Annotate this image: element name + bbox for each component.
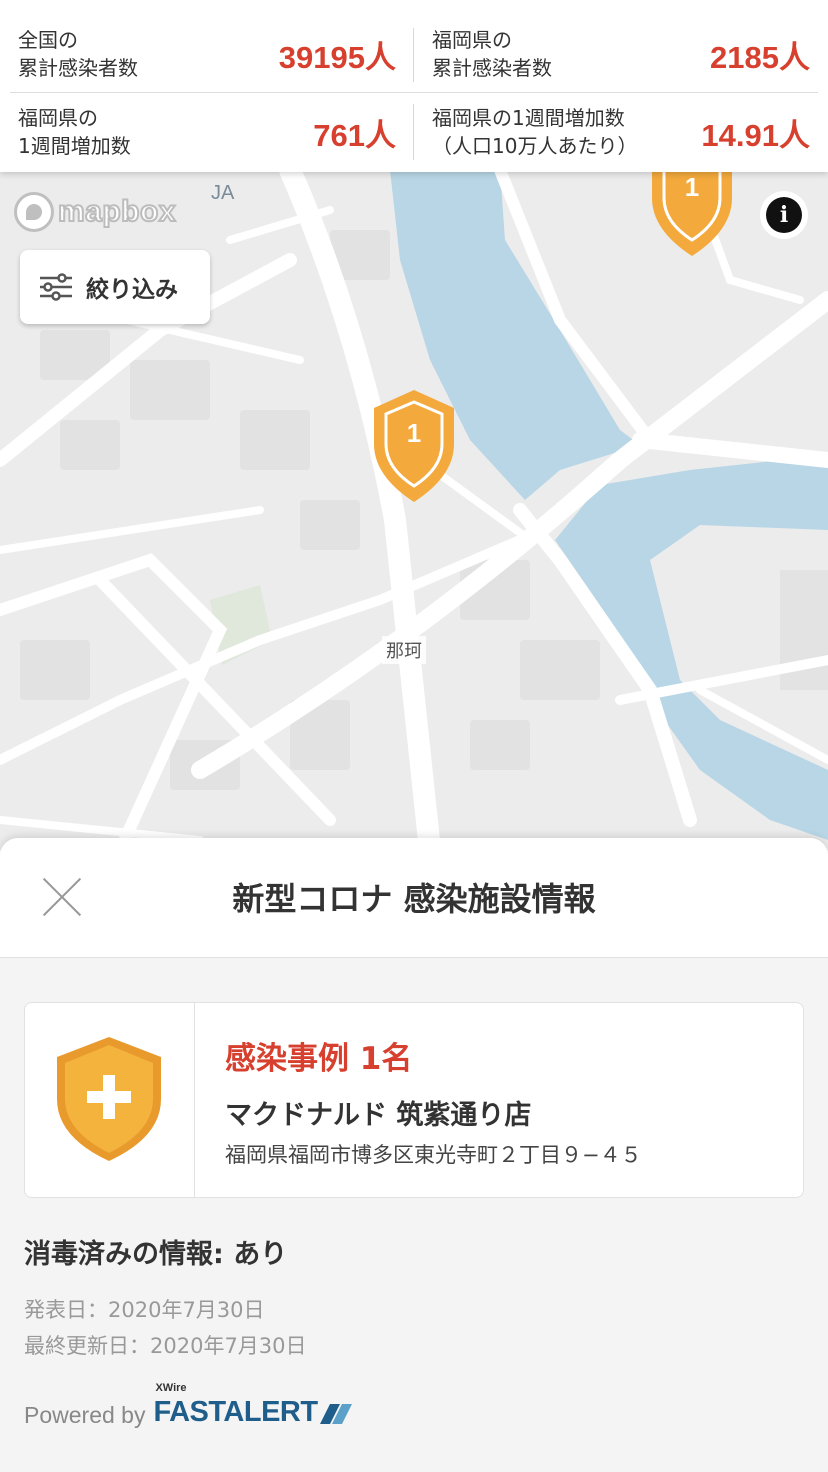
map-label-ja: JA xyxy=(211,182,235,204)
stat-pref-cumulative: 福岡県の 累計感染者数 2185人 xyxy=(432,26,810,82)
facility-info-sheet: 新型コロナ 感染施設情報 感染事例 1名 マクドナルド 筑紫通り店 福岡県福岡市… xyxy=(0,838,828,1472)
facility-card[interactable]: 感染事例 1名 マクドナルド 筑紫通り店 福岡県福岡市博多区東光寺町２丁目９−４… xyxy=(24,1002,804,1198)
brand-name: FASTALERT xyxy=(153,1396,318,1428)
powered-by: Powered by XWire FASTALERT xyxy=(24,1382,354,1429)
divider xyxy=(413,28,414,82)
stat-pref-weekly-per100k: 福岡県の1週間増加数 （人口10万人あたり） 14.91人 xyxy=(432,104,810,160)
mapbox-icon xyxy=(14,192,54,232)
updated-date: 最終更新日：2020年7月30日 xyxy=(24,1334,307,1358)
fastalert-logo[interactable]: XWire FASTALERT xyxy=(153,1382,353,1429)
mapbox-logo[interactable]: mapbox xyxy=(14,192,177,232)
stat-value: 761人 xyxy=(313,117,396,153)
stat-label: 全国の 累計感染者数 xyxy=(18,28,138,80)
case-count: 感染事例 1名 xyxy=(225,1041,413,1077)
filter-button[interactable]: 絞り込み xyxy=(20,250,210,324)
map-label-district: 那珂 xyxy=(382,636,426,664)
stat-value: 14.91人 xyxy=(701,117,810,153)
sheet-title: 新型コロナ 感染施設情報 xyxy=(232,880,596,918)
stat-value: 2185人 xyxy=(710,39,810,75)
stat-label: 福岡県の 1週間増加数 xyxy=(18,106,131,158)
shield-box xyxy=(25,1003,195,1197)
pin-count: 1 xyxy=(684,172,700,202)
stats-header: 全国の 累計感染者数 39195人 福岡県の 累計感染者数 2185人 福岡県の… xyxy=(0,0,828,172)
stat-label: 福岡県の 累計感染者数 xyxy=(432,28,552,80)
stat-pref-weekly: 福岡県の 1週間増加数 761人 xyxy=(18,104,396,160)
stat-national-cumulative: 全国の 累計感染者数 39195人 xyxy=(18,26,396,82)
sheet-header: 新型コロナ 感染施設情報 xyxy=(0,838,828,958)
brand-sub: XWire xyxy=(155,1382,187,1394)
info-button[interactable]: i xyxy=(766,197,802,233)
map-pin[interactable]: 1 xyxy=(368,386,460,506)
filter-label: 絞り込み xyxy=(86,277,178,303)
divider xyxy=(10,92,818,93)
facility-name: マクドナルド 筑紫通り店 xyxy=(225,1100,532,1131)
sliders-icon xyxy=(40,273,72,301)
divider xyxy=(413,104,414,160)
shield-plus-icon xyxy=(57,1037,161,1161)
info-icon: i xyxy=(779,202,789,228)
brand-mark-icon xyxy=(319,1404,352,1424)
published-date: 発表日：2020年7月30日 xyxy=(24,1298,265,1322)
pin-count: 1 xyxy=(406,418,422,448)
disinfection-status: 消毒済みの情報: あり xyxy=(24,1239,288,1270)
stat-label: 福岡県の1週間増加数 （人口10万人あたり） xyxy=(432,106,638,158)
facility-address: 福岡県福岡市博多区東光寺町２丁目９−４５ xyxy=(225,1143,642,1167)
powered-by-label: Powered by xyxy=(24,1402,146,1428)
mapbox-wordmark: mapbox xyxy=(57,194,177,229)
stat-value: 39195人 xyxy=(278,39,396,75)
